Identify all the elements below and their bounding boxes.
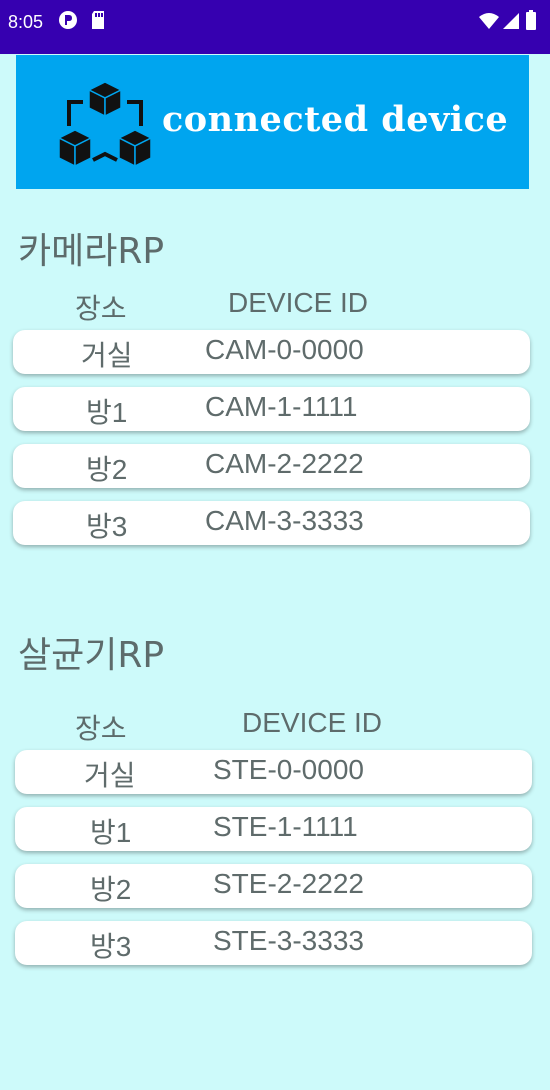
row-place: 방1 xyxy=(86,397,128,428)
wifi-icon xyxy=(478,12,500,34)
sterilizer-row-2[interactable]: 방2 STE-2-2222 xyxy=(15,864,532,908)
row-place: 거실 xyxy=(81,340,133,371)
row-device-id: STE-2-2222 xyxy=(213,868,364,899)
sterilizer-col-place: 장소 xyxy=(75,713,127,744)
notification-icon xyxy=(58,10,78,34)
camera-col-device: DEVICE ID xyxy=(228,287,369,318)
status-bar: 8:05 xyxy=(0,0,550,54)
banner-title: connected device xyxy=(162,99,509,140)
row-place: 방2 xyxy=(86,454,128,485)
row-device-id: CAM-0-0000 xyxy=(205,334,364,365)
sterilizer-row-1[interactable]: 방1 STE-1-1111 xyxy=(15,807,532,851)
camera-row-2[interactable]: 방2 CAM-2-2222 xyxy=(13,444,530,488)
network-cubes-icon xyxy=(59,81,151,168)
camera-row-3[interactable]: 방3 CAM-3-3333 xyxy=(13,501,530,545)
row-place: 방2 xyxy=(90,874,132,905)
row-device-id: CAM-1-1111 xyxy=(205,391,358,422)
header-banner: connected device xyxy=(16,55,529,189)
camera-col-place: 장소 xyxy=(75,293,127,324)
sterilizer-row-3[interactable]: 방3 STE-3-3333 xyxy=(15,921,532,965)
row-device-id: STE-3-3333 xyxy=(213,925,364,956)
row-place: 거실 xyxy=(84,760,136,791)
sterilizer-row-0[interactable]: 거실 STE-0-0000 xyxy=(15,750,532,794)
battery-icon xyxy=(525,10,537,34)
row-place: 방3 xyxy=(90,931,132,962)
row-device-id: CAM-3-3333 xyxy=(205,505,364,536)
camera-row-0[interactable]: 거실 CAM-0-0000 xyxy=(13,330,530,374)
sd-card-icon xyxy=(90,10,106,34)
row-place: 방1 xyxy=(90,817,132,848)
row-device-id: STE-0-0000 xyxy=(213,754,364,785)
camera-section-title: 카메라RP xyxy=(18,231,165,272)
status-time: 8:05 xyxy=(8,12,44,32)
row-place: 방3 xyxy=(86,511,128,542)
signal-icon xyxy=(502,12,520,34)
camera-row-1[interactable]: 방1 CAM-1-1111 xyxy=(13,387,530,431)
row-device-id: STE-1-1111 xyxy=(213,811,358,842)
row-device-id: CAM-2-2222 xyxy=(205,448,364,479)
sterilizer-section-title: 살균기RP xyxy=(18,635,165,676)
sterilizer-col-device: DEVICE ID xyxy=(242,707,383,738)
